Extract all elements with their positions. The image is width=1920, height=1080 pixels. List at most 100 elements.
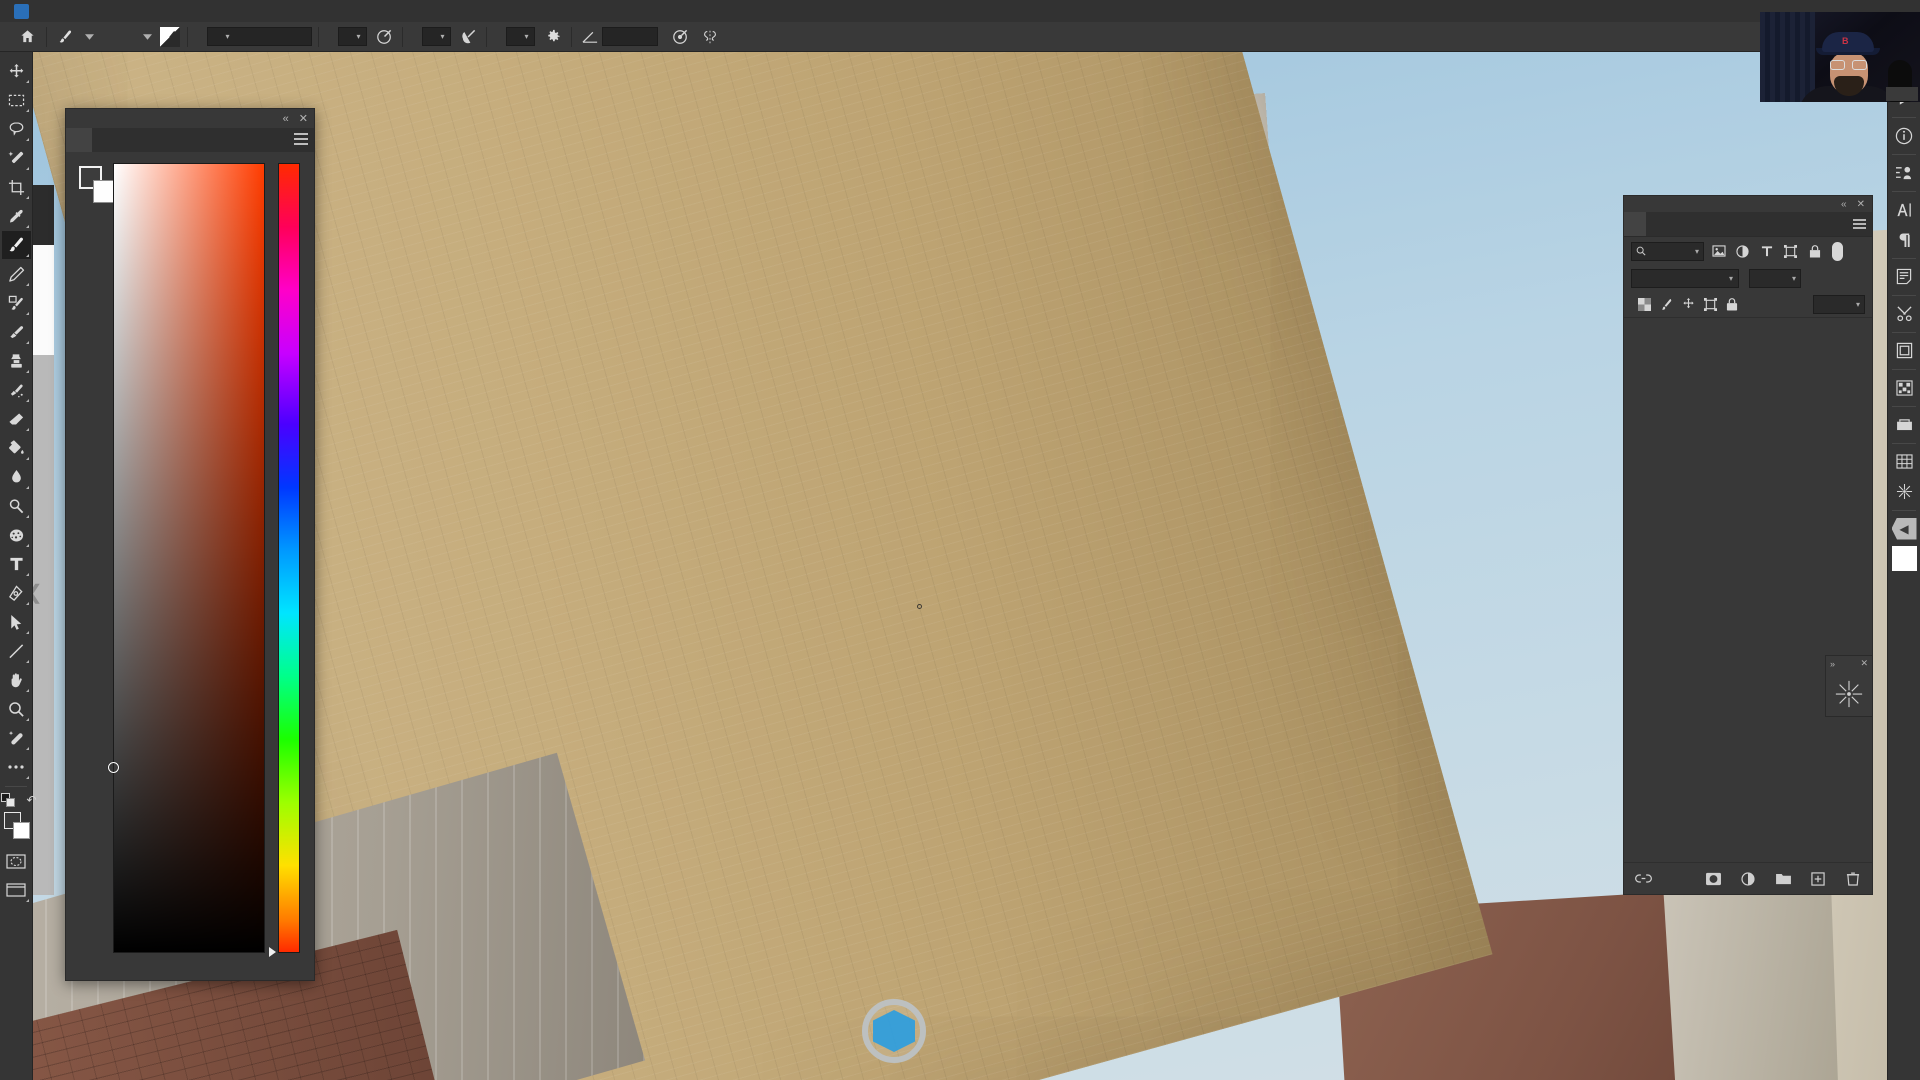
tab-paths[interactable] <box>1668 212 1690 236</box>
collapse-chevrons-icon[interactable]: « <box>1841 199 1847 210</box>
spot-healing-icon[interactable] <box>2 724 31 752</box>
link-layers-button[interactable] <box>1633 869 1653 889</box>
layer-list[interactable] <box>1624 336 1872 862</box>
swap-colors-icon[interactable]: ↶ <box>26 793 36 807</box>
gradients-dock-icon[interactable] <box>1890 410 1919 439</box>
new-adjustment-layer-button[interactable] <box>1738 869 1758 889</box>
styles-dock-icon[interactable] <box>1890 477 1919 506</box>
smart-object-filter-icon[interactable] <box>1805 242 1824 261</box>
layer-opacity-input[interactable]: ▾ <box>1749 269 1801 288</box>
lasso-icon[interactable] <box>2 115 31 143</box>
dodge-icon[interactable] <box>2 492 31 520</box>
line-icon[interactable] <box>2 637 31 665</box>
adjustment-layer-filter-icon[interactable] <box>1733 242 1752 261</box>
lock-transparency-icon[interactable] <box>1635 296 1653 314</box>
pressure-size-icon[interactable] <box>668 25 692 49</box>
color-field[interactable] <box>113 163 265 953</box>
brush-preset-icon[interactable] <box>159 26 181 48</box>
pen-icon[interactable] <box>2 579 31 607</box>
hue-slider[interactable] <box>278 163 300 953</box>
blur-droplet-icon[interactable] <box>2 463 31 491</box>
brush-icon[interactable] <box>53 25 77 49</box>
marquee-icon[interactable] <box>2 86 31 114</box>
brush-size-chevron-down-icon[interactable] <box>135 25 159 49</box>
hue-slider-marker[interactable] <box>269 947 276 957</box>
blend-mode-select[interactable]: ▾ <box>207 27 312 46</box>
panel-menu-icon[interactable] <box>294 133 308 145</box>
menu-file[interactable] <box>41 0 59 22</box>
menu-edit[interactable] <box>59 0 77 22</box>
pressure-opacity-icon[interactable] <box>372 25 396 49</box>
tab-layers[interactable] <box>1624 212 1646 236</box>
brush-options-chevron-down-icon[interactable] <box>77 25 101 49</box>
menu-filter[interactable] <box>149 0 167 22</box>
move-tool[interactable] <box>2 57 31 85</box>
default-colors-icon[interactable] <box>0 791 24 809</box>
filter-toggle[interactable] <box>1832 241 1843 261</box>
notes-dock-icon[interactable] <box>1890 262 1919 291</box>
magic-wand-icon[interactable] <box>2 144 31 172</box>
healing-brush-icon[interactable] <box>2 289 31 317</box>
pencil-icon[interactable] <box>2 260 31 288</box>
color-swatches[interactable] <box>2 811 31 841</box>
brush-tool[interactable] <box>1 231 31 259</box>
libraries-dock-icon[interactable] <box>1890 336 1919 365</box>
menu-plugins[interactable] <box>203 0 221 22</box>
webcam-controls[interactable] <box>1886 87 1918 101</box>
starburst-icon[interactable] <box>1826 671 1872 716</box>
quick-mask-icon[interactable] <box>2 847 31 875</box>
type-layer-filter-icon[interactable] <box>1757 242 1776 261</box>
eraser-icon[interactable] <box>2 405 31 433</box>
opacity-input[interactable]: ▾ <box>338 27 367 46</box>
close-icon[interactable]: ✕ <box>1857 199 1865 210</box>
airbrush-icon[interactable] <box>456 25 480 49</box>
close-icon[interactable]: ✕ <box>299 112 308 125</box>
collapse-chevrons-icon[interactable]: « <box>283 113 289 125</box>
color-field-marker[interactable] <box>108 762 119 773</box>
layer-blend-mode-select[interactable]: ▾ <box>1631 269 1739 288</box>
patterns-dock-icon[interactable] <box>1890 373 1919 402</box>
brand-badge[interactable] <box>1890 544 1919 573</box>
collapse-dock-icon[interactable]: ◀ <box>1890 514 1919 543</box>
eyedropper-icon[interactable] <box>2 202 31 230</box>
mixer-brush-icon[interactable] <box>2 318 31 346</box>
delete-layer-button[interactable] <box>1843 869 1863 889</box>
magnifier-icon[interactable] <box>2 695 31 723</box>
symmetry-icon[interactable] <box>698 25 722 49</box>
new-layer-button[interactable] <box>1808 869 1828 889</box>
paint-bucket-icon[interactable] <box>2 434 31 462</box>
layer-fill-input[interactable]: ▾ <box>1813 295 1865 314</box>
color-panel-swatches[interactable] <box>79 166 117 204</box>
close-icon[interactable]: ✕ <box>1860 658 1868 669</box>
shape-layer-filter-icon[interactable] <box>1781 242 1800 261</box>
flow-input[interactable]: ▾ <box>422 27 451 46</box>
lock-artboard-icon[interactable] <box>1701 296 1719 314</box>
ellipsis-icon[interactable] <box>2 753 31 781</box>
pixel-layer-filter-icon[interactable] <box>1709 242 1728 261</box>
menu-image[interactable] <box>77 0 95 22</box>
hand-icon[interactable] <box>2 666 31 694</box>
tab-color[interactable] <box>66 128 92 152</box>
panel-menu-icon[interactable] <box>1853 219 1866 229</box>
new-group-button[interactable] <box>1773 869 1793 889</box>
background-color-swatch[interactable] <box>12 822 30 839</box>
menu-layer[interactable] <box>95 0 113 22</box>
clone-stamp-icon[interactable] <box>2 347 31 375</box>
menu-type[interactable] <box>113 0 131 22</box>
menu-view[interactable] <box>185 0 203 22</box>
lock-position-icon[interactable] <box>1679 296 1697 314</box>
menu-help[interactable] <box>239 0 257 22</box>
screen-mode-icon[interactable] <box>2 876 31 904</box>
layer-style-button[interactable] <box>1668 869 1688 889</box>
lock-all-icon[interactable] <box>1723 296 1741 314</box>
filter-kind-select[interactable]: ▾ <box>1631 241 1704 261</box>
crop-icon[interactable] <box>2 173 31 201</box>
smoothing-input[interactable]: ▾ <box>506 27 535 46</box>
tool-presets-dock-icon[interactable] <box>1890 299 1919 328</box>
history-brush-icon[interactable] <box>2 376 31 404</box>
menu-3d[interactable] <box>167 0 185 22</box>
paragraph-dock-icon[interactable] <box>1890 225 1919 254</box>
sponge-icon[interactable] <box>2 521 31 549</box>
type-t-icon[interactable] <box>2 550 31 578</box>
adjustments-dock-icon[interactable] <box>1890 158 1919 187</box>
